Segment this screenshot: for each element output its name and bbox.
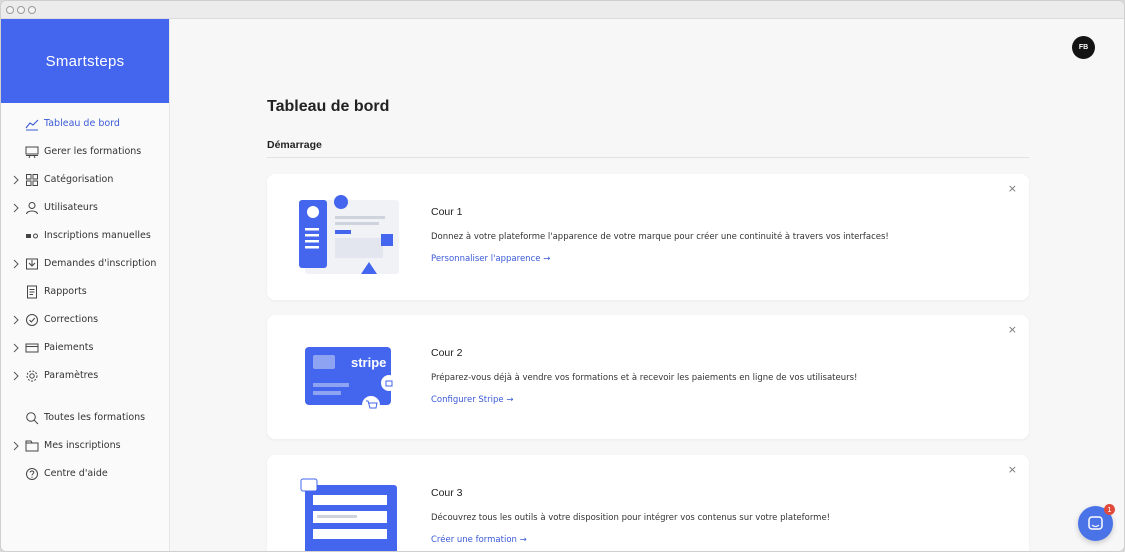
- sidebar-item-utilisateurs[interactable]: Utilisateurs: [1, 194, 169, 222]
- sidebar-item-demandes-inscription[interactable]: Demandes d'inscription: [1, 250, 169, 278]
- onboarding-card: × Cour 3 Découvrez tous les outils à vot…: [267, 455, 1029, 551]
- sidebar-item-label: Inscriptions manuelles: [44, 230, 151, 241]
- avatar[interactable]: FB: [1072, 36, 1095, 59]
- onboarding-card: × stripe Cour 2 Préparez-vous déjà à ven…: [267, 315, 1029, 439]
- chevron-right-icon: [13, 315, 19, 325]
- chevron-right-icon: [13, 343, 19, 353]
- sidebar-item-label: Paiements: [44, 342, 94, 353]
- sidebar-item-label: Paramètres: [44, 370, 99, 381]
- search-icon: [26, 412, 39, 425]
- sidebar: Smartsteps Tableau de bord Gerer les for…: [1, 19, 170, 551]
- sidebar-item-label: Demandes d'inscription: [44, 258, 157, 269]
- credit-card-icon: [25, 343, 39, 353]
- arrow-right-icon: →: [543, 254, 551, 264]
- sidebar-item-mes-inscriptions[interactable]: Mes inscriptions: [1, 432, 169, 460]
- card-link-label: Configurer Stripe: [431, 395, 504, 405]
- course-illustration: [300, 478, 397, 551]
- card-title: Cour 1: [431, 206, 463, 218]
- section-title: Démarrage: [267, 139, 322, 151]
- card-link-label: Personnaliser l'apparence: [431, 254, 541, 264]
- card-link-label: Créer une formation: [431, 535, 517, 545]
- sidebar-item-label: Tableau de bord: [44, 118, 120, 129]
- sidebar-item-toutes-formations[interactable]: Toutes les formations: [1, 404, 169, 432]
- appearance-illustration: [299, 195, 399, 274]
- gear-icon: [26, 370, 38, 382]
- chevron-right-icon: [13, 371, 19, 381]
- chart-line-icon: [25, 119, 39, 131]
- close-icon[interactable]: ×: [1008, 182, 1017, 195]
- sidebar-item-label: Mes inscriptions: [44, 440, 121, 451]
- card-description: Donnez à votre plateforme l'apparence de…: [431, 232, 889, 242]
- sidebar-item-inscriptions-manuelles[interactable]: Inscriptions manuelles: [1, 222, 169, 250]
- sidebar-item-categorisation[interactable]: Catégorisation: [1, 166, 169, 194]
- sidebar-item-gerer-formations[interactable]: Gerer les formations: [1, 138, 169, 166]
- stripe-illustration: stripe: [305, 347, 397, 414]
- close-icon[interactable]: ×: [1008, 323, 1017, 336]
- card-title: Cour 3: [431, 487, 463, 499]
- sidebar-item-label: Gerer les formations: [44, 146, 142, 157]
- user-icon: [26, 202, 38, 215]
- card-link[interactable]: Personnaliser l'apparence →: [431, 254, 550, 264]
- sidebar-item-label: Rapports: [44, 286, 87, 297]
- page-title: Tableau de bord: [267, 98, 390, 115]
- card-description: Découvrez tous les outils à votre dispos…: [431, 513, 831, 523]
- sidebar-separator: [1, 390, 169, 404]
- chevron-right-icon: [13, 175, 19, 185]
- grid-icon: [26, 174, 38, 186]
- chevron-right-icon: [13, 203, 19, 213]
- check-circle-icon: [26, 314, 38, 326]
- window-minimize-button[interactable]: [17, 5, 25, 14]
- chevron-right-icon: [13, 259, 19, 269]
- sidebar-item-label: Utilisateurs: [44, 202, 98, 213]
- card-description: Préparez-vous déjà à vendre vos formatio…: [431, 373, 858, 383]
- notification-badge: 1: [1104, 504, 1115, 515]
- chevron-right-icon: [13, 441, 19, 451]
- inbox-icon: [26, 258, 38, 270]
- window-maximize-button[interactable]: [28, 5, 36, 14]
- folder-icon: [25, 440, 39, 452]
- report-icon: [27, 285, 37, 299]
- sidebar-item-label: Centre d'aide: [44, 468, 108, 479]
- section-divider: [267, 157, 1029, 158]
- card-link[interactable]: Configurer Stripe →: [431, 395, 513, 405]
- sidebar-item-label: Catégorisation: [44, 174, 114, 185]
- sidebar-item-rapports[interactable]: Rapports: [1, 278, 169, 306]
- stripe-text: stripe: [351, 355, 386, 370]
- app-window: Smartsteps Tableau de bord Gerer les for…: [0, 0, 1125, 552]
- brand-logo[interactable]: Smartsteps: [1, 19, 169, 103]
- help-icon: [26, 468, 38, 480]
- arrow-right-icon: →: [519, 535, 527, 545]
- card-link[interactable]: Créer une formation →: [431, 535, 527, 545]
- sidebar-nav: Tableau de bord Gerer les formations Cat…: [1, 103, 169, 488]
- toggle-icon: [26, 233, 38, 239]
- projector-icon: [25, 146, 39, 159]
- window-close-button[interactable]: [6, 5, 14, 14]
- sidebar-item-centre-aide[interactable]: Centre d'aide: [1, 460, 169, 488]
- sidebar-item-tableau-de-bord[interactable]: Tableau de bord: [1, 110, 169, 138]
- sidebar-item-label: Toutes les formations: [44, 412, 146, 423]
- sidebar-item-label: Corrections: [44, 314, 99, 325]
- arrow-right-icon: →: [506, 395, 514, 405]
- sidebar-item-paiements[interactable]: Paiements: [1, 334, 169, 362]
- onboarding-card: × Cour 1 Donnez à votre plateforme l'app…: [267, 174, 1029, 300]
- window-titlebar: [1, 1, 1124, 19]
- sidebar-item-corrections[interactable]: Corrections: [1, 306, 169, 334]
- sidebar-item-parametres[interactable]: Paramètres: [1, 362, 169, 390]
- card-title: Cour 2: [431, 347, 463, 359]
- close-icon[interactable]: ×: [1008, 463, 1017, 476]
